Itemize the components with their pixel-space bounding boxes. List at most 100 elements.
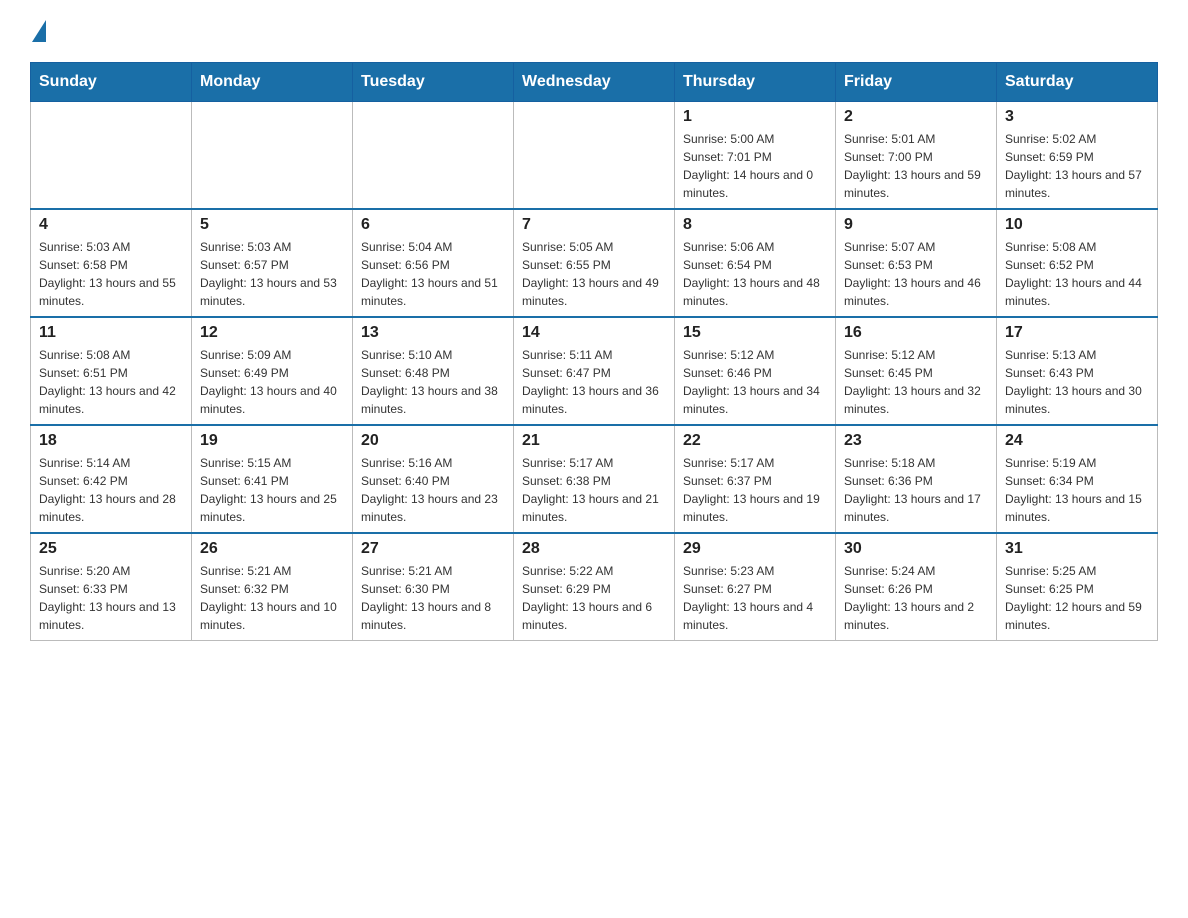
calendar-cell (514, 102, 675, 210)
calendar-cell: 31Sunrise: 5:25 AM Sunset: 6:25 PM Dayli… (997, 533, 1158, 641)
calendar-cell: 23 Sunrise: 5:18 AM Sunset: 6:36 PM Dayli… (836, 425, 997, 533)
weekday-header-row: Sunday Monday Tuesday Wednesday Thursday… (31, 63, 1158, 102)
day-info: Sunrise: 5:22 AM Sunset: 6:29 PM Dayligh… (522, 562, 666, 634)
calendar-cell: 28 Sunrise: 5:22 AM Sunset: 6:29 PM Dayli… (514, 533, 675, 641)
calendar-cell: 17 Sunrise: 5:13 AM Sunset: 6:43 PM Dayli… (997, 317, 1158, 425)
calendar-cell: 3 Sunrise: 5:02 AM Sunset: 6:59 PM Daylig… (997, 102, 1158, 210)
calendar-cell: 9 Sunrise: 5:07 AM Sunset: 6:53 PM Daylig… (836, 209, 997, 317)
header-friday: Friday (836, 63, 997, 102)
calendar-week-row: 25 Sunrise: 5:20 AM Sunset: 6:33 PM Dayli… (31, 533, 1158, 641)
day-info: Sunrise: 5:03 AM Sunset: 6:57 PM Dayligh… (200, 238, 344, 310)
day-number: 4 (39, 216, 183, 234)
calendar-week-row: 1 Sunrise: 5:00 AM Sunset: 7:01 PM Daylig… (31, 102, 1158, 210)
day-info: Sunrise: 5:10 AM Sunset: 6:48 PM Dayligh… (361, 346, 505, 418)
calendar-cell: 13 Sunrise: 5:10 AM Sunset: 6:48 PM Dayli… (353, 317, 514, 425)
day-info: Sunrise: 5:08 AM Sunset: 6:51 PM Dayligh… (39, 346, 183, 418)
calendar-cell: 10 Sunrise: 5:08 AM Sunset: 6:52 PM Dayli… (997, 209, 1158, 317)
day-info: Sunrise: 5:17 AM Sunset: 6:37 PM Dayligh… (683, 454, 827, 526)
day-info: Sunrise: 5:16 AM Sunset: 6:40 PM Dayligh… (361, 454, 505, 526)
day-number: 18 (39, 432, 183, 450)
day-number: 22 (683, 432, 827, 450)
day-number: 1 (683, 108, 827, 126)
day-info: Sunrise: 5:07 AM Sunset: 6:53 PM Dayligh… (844, 238, 988, 310)
calendar-week-row: 11 Sunrise: 5:08 AM Sunset: 6:51 PM Dayli… (31, 317, 1158, 425)
calendar-cell: 7 Sunrise: 5:05 AM Sunset: 6:55 PM Daylig… (514, 209, 675, 317)
day-info: Sunrise: 5:12 AM Sunset: 6:46 PM Dayligh… (683, 346, 827, 418)
calendar-cell: 27Sunrise: 5:21 AM Sunset: 6:30 PM Dayli… (353, 533, 514, 641)
calendar-cell: 22 Sunrise: 5:17 AM Sunset: 6:37 PM Dayli… (675, 425, 836, 533)
day-number: 11 (39, 324, 183, 342)
day-number: 28 (522, 540, 666, 558)
logo (30, 20, 48, 42)
day-number: 14 (522, 324, 666, 342)
day-info: Sunrise: 5:05 AM Sunset: 6:55 PM Dayligh… (522, 238, 666, 310)
day-number: 20 (361, 432, 505, 450)
calendar-cell: 30 Sunrise: 5:24 AM Sunset: 6:26 PM Dayli… (836, 533, 997, 641)
day-info: Sunrise: 5:13 AM Sunset: 6:43 PM Dayligh… (1005, 346, 1149, 418)
day-info: Sunrise: 5:24 AM Sunset: 6:26 PM Dayligh… (844, 562, 988, 634)
calendar-week-row: 4 Sunrise: 5:03 AM Sunset: 6:58 PM Daylig… (31, 209, 1158, 317)
header-thursday: Thursday (675, 63, 836, 102)
day-number: 10 (1005, 216, 1149, 234)
calendar-cell: 24 Sunrise: 5:19 AM Sunset: 6:34 PM Dayli… (997, 425, 1158, 533)
day-number: 19 (200, 432, 344, 450)
day-info: Sunrise: 5:08 AM Sunset: 6:52 PM Dayligh… (1005, 238, 1149, 310)
calendar-table: Sunday Monday Tuesday Wednesday Thursday… (30, 62, 1158, 641)
day-info: Sunrise: 5:19 AM Sunset: 6:34 PM Dayligh… (1005, 454, 1149, 526)
calendar-week-row: 18 Sunrise: 5:14 AM Sunset: 6:42 PM Dayli… (31, 425, 1158, 533)
calendar-cell: 5 Sunrise: 5:03 AM Sunset: 6:57 PM Daylig… (192, 209, 353, 317)
calendar-cell: 6 Sunrise: 5:04 AM Sunset: 6:56 PM Daylig… (353, 209, 514, 317)
day-number: 3 (1005, 108, 1149, 126)
day-info: Sunrise: 5:17 AM Sunset: 6:38 PM Dayligh… (522, 454, 666, 526)
day-info: Sunrise: 5:04 AM Sunset: 6:56 PM Dayligh… (361, 238, 505, 310)
day-number: 21 (522, 432, 666, 450)
day-info: Sunrise: 5:14 AM Sunset: 6:42 PM Dayligh… (39, 454, 183, 526)
day-info: Sunrise: 5:15 AM Sunset: 6:41 PM Dayligh… (200, 454, 344, 526)
day-info: Sunrise: 5:02 AM Sunset: 6:59 PM Dayligh… (1005, 130, 1149, 202)
calendar-cell: 11 Sunrise: 5:08 AM Sunset: 6:51 PM Dayli… (31, 317, 192, 425)
calendar-cell: 25 Sunrise: 5:20 AM Sunset: 6:33 PM Dayli… (31, 533, 192, 641)
page-header (30, 20, 1158, 42)
calendar-cell (192, 102, 353, 210)
day-number: 25 (39, 540, 183, 558)
day-number: 9 (844, 216, 988, 234)
day-number: 2 (844, 108, 988, 126)
day-info: Sunrise: 5:03 AM Sunset: 6:58 PM Dayligh… (39, 238, 183, 310)
logo-triangle-icon (32, 20, 46, 42)
day-number: 31 (1005, 540, 1149, 558)
calendar-cell: 14 Sunrise: 5:11 AM Sunset: 6:47 PM Dayli… (514, 317, 675, 425)
calendar-cell: 12 Sunrise: 5:09 AM Sunset: 6:49 PM Dayli… (192, 317, 353, 425)
day-info: Sunrise: 5:12 AM Sunset: 6:45 PM Dayligh… (844, 346, 988, 418)
calendar-cell: 16Sunrise: 5:12 AM Sunset: 6:45 PM Dayli… (836, 317, 997, 425)
day-number: 26 (200, 540, 344, 558)
day-info: Sunrise: 5:11 AM Sunset: 6:47 PM Dayligh… (522, 346, 666, 418)
day-info: Sunrise: 5:00 AM Sunset: 7:01 PM Dayligh… (683, 130, 827, 202)
calendar-cell: 29 Sunrise: 5:23 AM Sunset: 6:27 PM Dayli… (675, 533, 836, 641)
header-saturday: Saturday (997, 63, 1158, 102)
calendar-cell: 4 Sunrise: 5:03 AM Sunset: 6:58 PM Daylig… (31, 209, 192, 317)
day-number: 30 (844, 540, 988, 558)
header-monday: Monday (192, 63, 353, 102)
day-number: 24 (1005, 432, 1149, 450)
calendar-cell: 2 Sunrise: 5:01 AM Sunset: 7:00 PM Daylig… (836, 102, 997, 210)
day-number: 23 (844, 432, 988, 450)
day-info: Sunrise: 5:18 AM Sunset: 6:36 PM Dayligh… (844, 454, 988, 526)
calendar-cell: 1 Sunrise: 5:00 AM Sunset: 7:01 PM Daylig… (675, 102, 836, 210)
calendar-cell: 20 Sunrise: 5:16 AM Sunset: 6:40 PM Dayli… (353, 425, 514, 533)
day-number: 13 (361, 324, 505, 342)
day-number: 29 (683, 540, 827, 558)
day-number: 17 (1005, 324, 1149, 342)
day-info: Sunrise: 5:23 AM Sunset: 6:27 PM Dayligh… (683, 562, 827, 634)
calendar-cell: 15Sunrise: 5:12 AM Sunset: 6:46 PM Dayli… (675, 317, 836, 425)
day-number: 5 (200, 216, 344, 234)
day-info: Sunrise: 5:20 AM Sunset: 6:33 PM Dayligh… (39, 562, 183, 634)
day-number: 12 (200, 324, 344, 342)
day-number: 6 (361, 216, 505, 234)
header-sunday: Sunday (31, 63, 192, 102)
calendar-cell (31, 102, 192, 210)
day-info: Sunrise: 5:09 AM Sunset: 6:49 PM Dayligh… (200, 346, 344, 418)
day-info: Sunrise: 5:01 AM Sunset: 7:00 PM Dayligh… (844, 130, 988, 202)
calendar-cell (353, 102, 514, 210)
day-number: 7 (522, 216, 666, 234)
calendar-cell: 8Sunrise: 5:06 AM Sunset: 6:54 PM Daylig… (675, 209, 836, 317)
